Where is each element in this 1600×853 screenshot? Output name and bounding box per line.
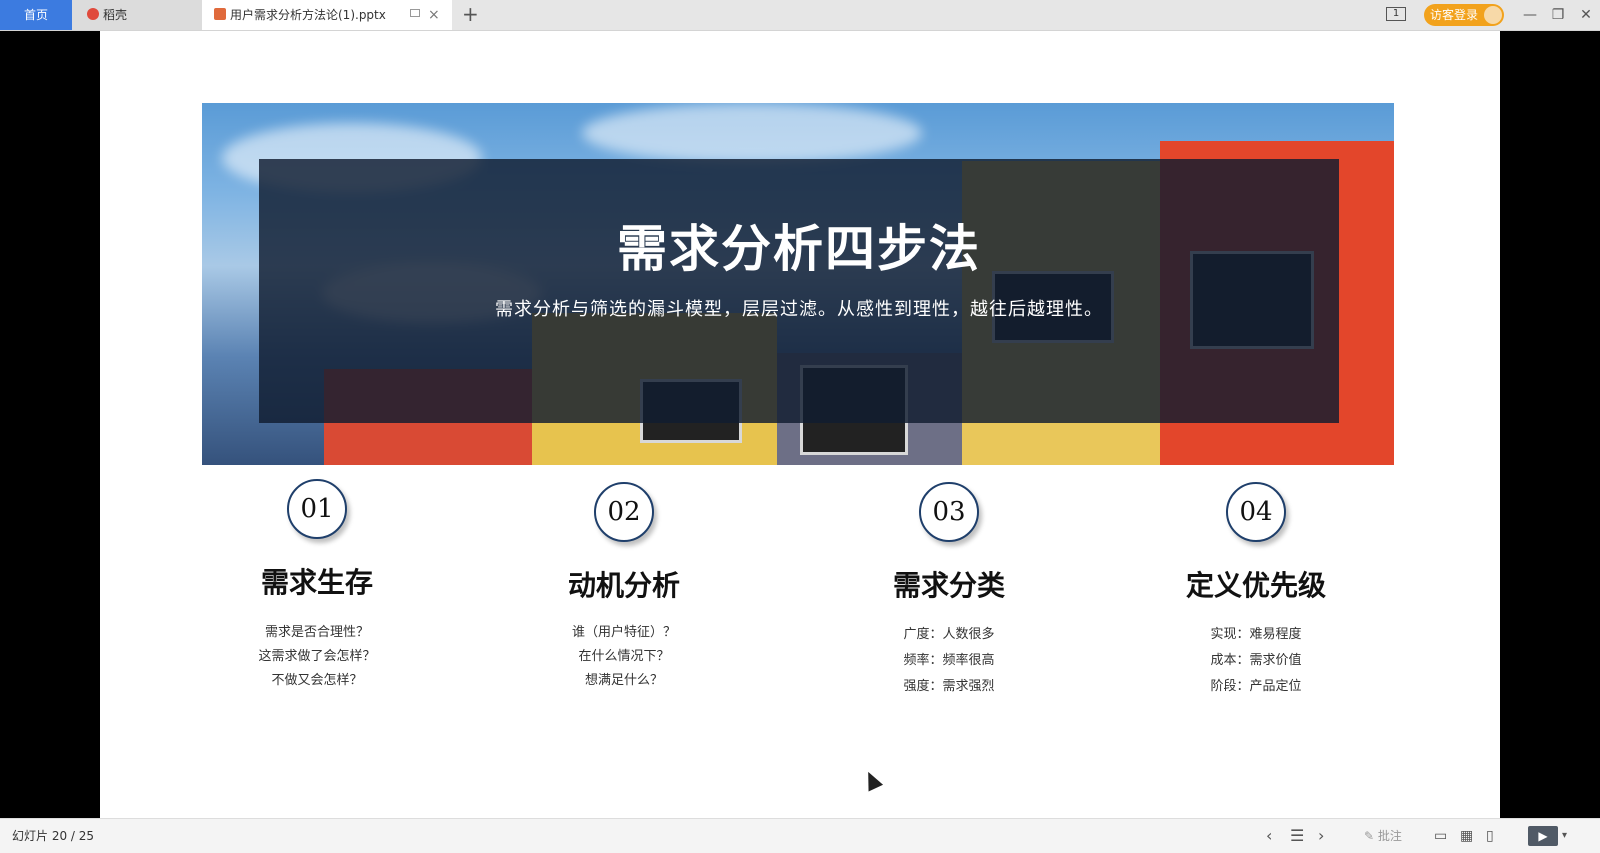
title-bar: 首页 稻壳 用户需求分析方法论(1).pptx × + 1 访客登录 — ❐ ✕ xyxy=(0,0,1600,31)
outline-icon[interactable]: ☰ xyxy=(1290,819,1304,853)
step-line: 成本：需求价值 xyxy=(1210,653,1302,668)
pin-icon[interactable] xyxy=(410,9,420,17)
step-line: 广度：人数很多 xyxy=(903,627,995,642)
step-line: 实现：难易程度 xyxy=(1210,627,1302,642)
tab-document-label: 用户需求分析方法论(1).pptx xyxy=(230,8,386,22)
tab-document[interactable]: 用户需求分析方法论(1).pptx × xyxy=(202,0,452,30)
step-description: 谁（用户特征）？ 在什么情况下？ 想满足什么？ xyxy=(504,621,744,693)
step-title: 动机分析 xyxy=(567,569,680,602)
step-number-circle: 03 xyxy=(919,482,979,542)
step-description: 需求是否合理性？ 这需求做了会怎样？ 不做又会怎样？ xyxy=(197,621,437,693)
step-line: 谁（用户特征）？ xyxy=(571,625,676,640)
title-overlay-box: 需求分析四步法 需求分析与筛选的漏斗模型，层层过滤。从感性到理性，越往后越理性。 xyxy=(259,159,1339,423)
play-dropdown-icon[interactable]: ▾ xyxy=(1562,819,1567,853)
daoke-icon xyxy=(87,8,99,20)
comment-label: 批注 xyxy=(1377,829,1402,843)
cloud-shape xyxy=(582,103,922,163)
ppt-icon xyxy=(214,8,226,20)
visitor-login-button[interactable]: 访客登录 xyxy=(1424,4,1504,26)
slide-canvas[interactable]: 需求分析四步法 需求分析与筛选的漏斗模型，层层过滤。从感性到理性，越往后越理性。… xyxy=(100,31,1500,818)
step-line: 强度：需求强烈 xyxy=(903,679,995,694)
grid-view-icon[interactable]: ▦ xyxy=(1460,819,1473,853)
comment-icon: ✎ xyxy=(1364,829,1378,843)
step-description: 实现：难易程度 成本：需求价值 阶段：产品定位 xyxy=(1136,622,1376,700)
step-title: 需求生存 xyxy=(260,566,373,599)
slide-subtitle: 需求分析与筛选的漏斗模型，层层过滤。从感性到理性，越往后越理性。 xyxy=(495,299,1103,320)
step-number-circle: 02 xyxy=(594,482,654,542)
step-line: 想满足什么？ xyxy=(584,673,663,688)
step-line: 阶段：产品定位 xyxy=(1210,679,1302,694)
visitor-login-label: 访客登录 xyxy=(1430,8,1479,22)
reading-view-icon[interactable]: ▯ xyxy=(1486,819,1494,853)
slide-title: 需求分析四步法 xyxy=(617,219,981,278)
step-number-circle: 04 xyxy=(1226,482,1286,542)
prev-slide-icon[interactable]: ‹ xyxy=(1266,819,1272,853)
tab-close-icon[interactable]: × xyxy=(428,0,440,30)
status-bar: 幻灯片 20 / 25 ‹ ☰ › ✎ 批注 ▭ ▦ ▯ ▶ ▾ xyxy=(0,818,1600,853)
tab-daoke[interactable]: 稻壳 xyxy=(72,0,202,30)
step-line: 不做又会怎样？ xyxy=(271,673,363,688)
next-slide-icon[interactable]: › xyxy=(1318,819,1324,853)
step-number-circle: 01 xyxy=(287,479,347,539)
play-slideshow-button[interactable]: ▶ xyxy=(1528,826,1558,846)
step-line: 频率：频率很高 xyxy=(903,653,995,668)
step-card-1: 01 需求生存 需求是否合理性？ 这需求做了会怎样？ 不做又会怎样？ xyxy=(197,479,437,693)
restore-button[interactable]: ❐ xyxy=(1544,0,1572,30)
step-line: 这需求做了会怎样？ xyxy=(258,649,376,664)
close-window-button[interactable]: ✕ xyxy=(1572,0,1600,30)
normal-view-icon[interactable]: ▭ xyxy=(1434,819,1447,853)
step-card-3: 03 需求分类 广度：人数很多 频率：频率很高 强度：需求强烈 xyxy=(829,482,1069,700)
step-description: 广度：人数很多 频率：频率很高 强度：需求强烈 xyxy=(829,622,1069,700)
step-card-2: 02 动机分析 谁（用户特征）？ 在什么情况下？ 想满足什么？ xyxy=(504,482,744,693)
slide-counter: 幻灯片 20 / 25 xyxy=(12,829,95,843)
step-line: 在什么情况下？ xyxy=(578,649,670,664)
step-title: 定义优先级 xyxy=(1185,569,1326,602)
banner-image: 需求分析四步法 需求分析与筛选的漏斗模型，层层过滤。从感性到理性，越往后越理性。 xyxy=(202,103,1394,465)
new-tab-button[interactable]: + xyxy=(462,0,479,28)
avatar xyxy=(1484,6,1502,24)
page-count-icon[interactable]: 1 xyxy=(1386,7,1406,21)
step-title: 需求分类 xyxy=(892,569,1005,602)
step-line: 需求是否合理性？ xyxy=(264,625,369,640)
tab-home[interactable]: 首页 xyxy=(0,0,72,30)
step-card-4: 04 定义优先级 实现：难易程度 成本：需求价值 阶段：产品定位 xyxy=(1136,482,1376,700)
minimize-button[interactable]: — xyxy=(1516,0,1544,30)
tab-daoke-label: 稻壳 xyxy=(103,8,128,22)
comment-button[interactable]: ✎ 批注 xyxy=(1364,819,1402,853)
